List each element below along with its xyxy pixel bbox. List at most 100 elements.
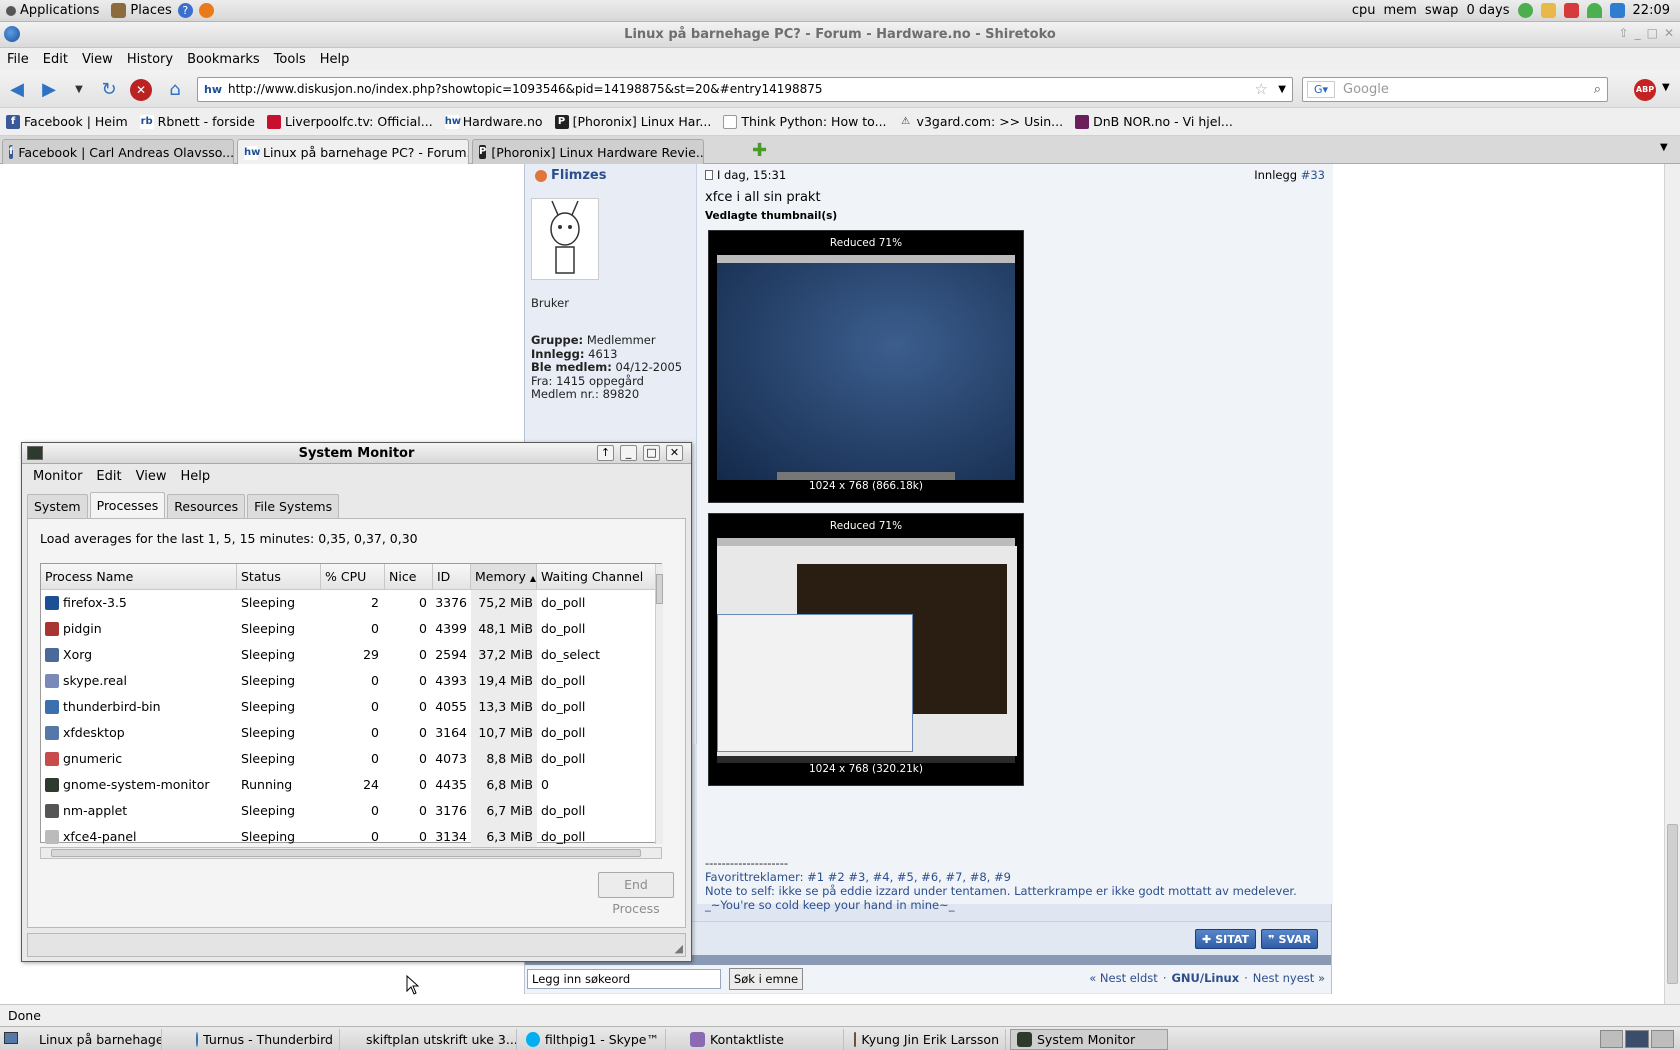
workspace-switcher[interactable] (1600, 1030, 1674, 1048)
table-row[interactable]: pidgin Sleeping 0 0 4399 48,1 MiB do_poll (41, 616, 655, 642)
menu-history[interactable]: History (120, 52, 180, 67)
quote-button[interactable]: ✚ SITAT (1195, 929, 1257, 949)
bookmark-v3gard[interactable]: ⚠ v3gard.com: >> Usin... (893, 114, 1070, 129)
bookmark-liverpoolfc[interactable]: Liverpoolfc.tv: Official... (261, 114, 439, 129)
window-close-icon[interactable]: ✕ (666, 445, 683, 461)
mem-monitor[interactable]: mem (1383, 3, 1416, 18)
url-dropdown-icon[interactable]: ▼ (1278, 78, 1286, 101)
adblock-dropdown-icon[interactable]: ▼ (1662, 82, 1670, 93)
window-maximize-icon[interactable]: □ (1647, 26, 1658, 40)
back-icon[interactable]: ◀ (6, 79, 28, 101)
table-row[interactable]: firefox-3.5 Sleeping 2 0 3376 75,2 MiB do_poll (41, 590, 655, 616)
menu-monitor[interactable]: Monitor (26, 469, 89, 484)
post-number-link[interactable]: #33 (1301, 168, 1325, 182)
thumbnail-1[interactable]: Reduced 71% 1024 x 768 (866.18k) (708, 230, 1024, 503)
table-vertical-scrollbar-thumb[interactable] (656, 574, 663, 604)
author-name[interactable]: Flimzes (551, 168, 606, 183)
menu-tools[interactable]: Tools (267, 52, 313, 67)
menu-edit[interactable]: Edit (36, 52, 75, 67)
swap-monitor[interactable]: swap (1425, 3, 1459, 18)
tab-list-icon[interactable]: ▼ (1660, 142, 1668, 153)
tab-hardware-forum[interactable]: hw Linux på barnehage PC? - Forum... ✖ (237, 139, 469, 165)
table-horizontal-scrollbar[interactable] (40, 847, 662, 859)
tab-processes[interactable]: Processes (89, 492, 166, 518)
new-tab-icon[interactable]: ✚ (752, 140, 767, 161)
bookmark-star-icon[interactable]: ☆ (1255, 78, 1268, 101)
task-system-monitor[interactable]: System Monitor (1010, 1029, 1168, 1050)
applications-menu[interactable]: Applications (0, 0, 105, 22)
table-row[interactable]: Xorg Sleeping 29 0 2594 37,2 MiB do_select (41, 642, 655, 668)
show-desktop-icon[interactable] (4, 1032, 18, 1044)
bookmark-thinkpython[interactable]: Think Python: How to... (717, 114, 892, 129)
window-raise-icon[interactable]: ⇧ (1619, 26, 1629, 40)
task-gnumeric[interactable]: skiftplan utskrift uke 3... (355, 1029, 517, 1050)
cpu-monitor[interactable]: cpu (1352, 3, 1376, 18)
clock[interactable]: 22:09 (1633, 3, 1670, 18)
places-menu[interactable]: Places (105, 0, 177, 22)
tab-phoronix[interactable]: P [Phoronix] Linux Hardware Revie... ✖ (472, 139, 704, 164)
column-process-name[interactable]: Process Name (41, 564, 237, 590)
chat-tray-icon[interactable] (1540, 3, 1556, 18)
task-firefox[interactable]: Linux på barnehage ... (28, 1029, 162, 1050)
tab-facebook[interactable]: f Facebook | Carl Andreas Olavsso... ✖ (2, 139, 234, 164)
end-process-button[interactable]: End Process (598, 872, 674, 916)
resize-grip-icon[interactable]: ◢ (675, 942, 683, 955)
pidgin-tray-icon[interactable] (1517, 3, 1533, 18)
signature-favorites[interactable]: Favorittreklamer: #1 #2 #3, #4, #5, #6, … (705, 870, 1297, 884)
tab-file-systems[interactable]: File Systems (247, 494, 340, 518)
reply-button[interactable]: ❞ SVAR (1261, 929, 1319, 949)
stop-icon[interactable]: ✕ (130, 79, 152, 101)
home-icon[interactable]: ⌂ (164, 79, 186, 101)
thumbnail-2[interactable]: Reduced 71% 1024 x 768 (320.21k) (708, 513, 1024, 786)
firefox-launcher-icon[interactable] (198, 3, 214, 18)
table-row[interactable]: thunderbird-bin Sleeping 0 0 4055 13,3 MiB do_… (41, 694, 655, 720)
topic-search-input[interactable]: Legg inn søkeord (527, 969, 721, 989)
window-minimize-icon[interactable]: _ (620, 445, 637, 461)
topic-search-button[interactable]: Søk i emne (729, 968, 803, 990)
bookmark-phoronix[interactable]: P [Phoronix] Linux Har... (549, 114, 718, 129)
table-horizontal-scrollbar-thumb[interactable] (51, 849, 641, 857)
column-cpu[interactable]: % CPU (321, 564, 385, 590)
task-chat[interactable]: Kyung Jin Erik Larsson (848, 1029, 1006, 1050)
table-row[interactable]: nm-applet Sleeping 0 0 3176 6,7 MiB do_poll (41, 798, 655, 824)
network-tray-icon[interactable] (1586, 3, 1602, 18)
workspace-1[interactable] (1600, 1030, 1624, 1048)
menu-edit[interactable]: Edit (89, 469, 128, 484)
menu-view[interactable]: View (75, 52, 120, 67)
menu-help[interactable]: Help (313, 52, 357, 67)
bookmark-dnbnor[interactable]: DnB NOR.no - Vi hjel... (1069, 114, 1239, 129)
task-thunderbird[interactable]: Turnus - Thunderbird (190, 1029, 340, 1050)
bookmark-rbnett[interactable]: rb Rbnett - forside (134, 114, 261, 129)
next-topic-link[interactable]: Nest nyest » (1253, 971, 1325, 985)
tab-system[interactable]: System (27, 494, 88, 518)
signal-tray-icon[interactable] (1609, 3, 1625, 18)
task-contact-list[interactable]: Kontaktliste (684, 1029, 844, 1050)
column-status[interactable]: Status (237, 564, 321, 590)
column-memory[interactable]: Memory ▲ (471, 564, 537, 590)
search-magnifier-icon[interactable]: ⌕ (1594, 78, 1601, 101)
menu-file[interactable]: File (0, 52, 36, 67)
column-waiting-channel[interactable]: Waiting Channel (537, 564, 655, 590)
window-minimize-icon[interactable]: _ (1635, 26, 1641, 40)
google-engine-icon[interactable]: G▾ (1307, 81, 1335, 98)
table-row[interactable]: gnome-system-monitor Running 24 0 4435 6,8 Mi… (41, 772, 655, 798)
search-bar[interactable]: G▾ Google ⌕ (1302, 77, 1608, 102)
task-skype[interactable]: filthpig1 - Skype™ (520, 1029, 666, 1050)
column-nice[interactable]: Nice (385, 564, 433, 590)
adblock-icon[interactable]: ABP (1634, 79, 1656, 101)
table-row[interactable]: gnumeric Sleeping 0 0 4073 8,8 MiB do_poll (41, 746, 655, 772)
workspace-2[interactable] (1625, 1030, 1649, 1048)
workspace-3[interactable] (1650, 1030, 1674, 1048)
history-dropdown-icon[interactable]: ▼ (68, 79, 90, 101)
bookmark-hardware[interactable]: hw Hardware.no (439, 114, 549, 129)
reload-icon[interactable]: ↻ (98, 79, 120, 101)
window-close-icon[interactable]: ✕ (1664, 26, 1674, 40)
table-row[interactable]: xfdesktop Sleeping 0 0 3164 10,7 MiB do_poll (41, 720, 655, 746)
menu-bookmarks[interactable]: Bookmarks (180, 52, 267, 67)
forum-link[interactable]: GNU/Linux (1171, 971, 1239, 985)
table-vertical-scrollbar[interactable] (655, 564, 663, 844)
prev-topic-link[interactable]: « Nest eldst (1089, 971, 1158, 985)
window-raise-icon[interactable]: ↑ (597, 445, 614, 461)
tab-resources[interactable]: Resources (167, 494, 246, 518)
bookmark-facebook[interactable]: f Facebook | Heim (0, 114, 134, 129)
